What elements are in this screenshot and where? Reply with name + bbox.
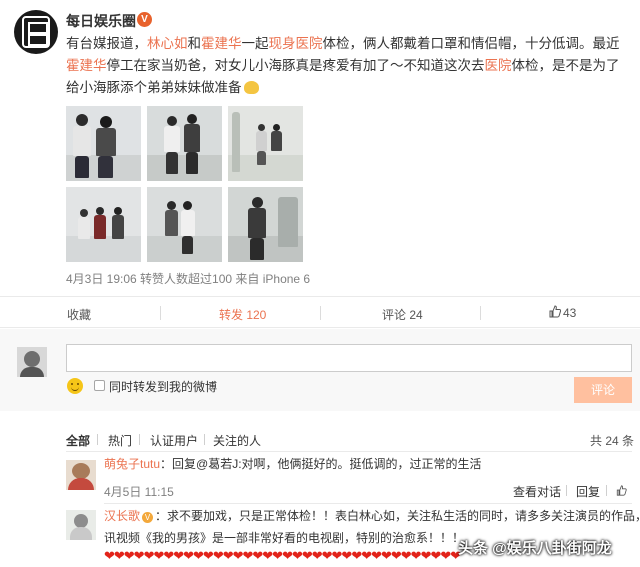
photo-thumbnail[interactable]	[66, 106, 141, 181]
repost-button[interactable]: 转发 120	[219, 306, 266, 323]
favorite-button[interactable]: 收藏	[67, 306, 91, 323]
submit-comment-button[interactable]: 评论	[574, 377, 632, 403]
divider	[104, 503, 632, 504]
share-checkbox-label[interactable]: 同时转发到我的微博	[109, 378, 217, 395]
photo-thumbnail[interactable]	[147, 187, 222, 262]
smile-emoji-icon[interactable]	[67, 378, 83, 394]
link-divider	[566, 485, 567, 496]
action-divider	[320, 306, 321, 320]
verified-badge-icon: V	[142, 512, 154, 523]
filter-hot[interactable]: 热门	[108, 432, 132, 449]
divider	[66, 451, 632, 452]
comment-body-line1: ：求不要加戏，只是正常体检！！表白林心如，关注私生活的同时，请多多关注演员的作品…	[155, 509, 640, 523]
highlight-keyword[interactable]: 霍建华	[66, 58, 107, 73]
text-segment: 体检，俩人都戴着口罩和情侣帽，十分低调。最近	[322, 36, 620, 51]
comment-filter-bar: 全部 热门 认证用户 关注的人 共 24 条	[0, 428, 640, 450]
heart-icon-row: ❤❤❤❤❤❤❤❤❤❤❤❤❤❤❤❤❤❤❤❤❤❤❤❤❤❤❤❤❤❤❤❤❤❤❤❤	[104, 548, 461, 563]
photo-thumbnail[interactable]	[228, 106, 303, 181]
link-divider	[606, 485, 607, 496]
text-segment: 有台媒报道，	[66, 36, 147, 51]
thumb-up-icon[interactable]	[616, 485, 627, 496]
post-meta: 4月3日 19:06 转赞人数超过100 来自 iPhone 6	[66, 272, 311, 286]
like-button[interactable]: 43	[563, 306, 576, 320]
commenter-avatar[interactable]	[66, 510, 96, 540]
photo-thumbnail[interactable]	[228, 187, 303, 262]
view-conversation-link[interactable]: 查看对话	[513, 483, 561, 500]
filter-divider	[97, 434, 98, 445]
filter-divider	[139, 434, 140, 445]
highlight-keyword[interactable]: 医院	[485, 58, 512, 73]
thumb-up-icon[interactable]	[549, 305, 561, 318]
post-action-bar: 收藏 转发 120 评论 24 43	[0, 296, 640, 328]
highlight-keyword[interactable]: 现身医院	[269, 36, 323, 51]
emoji-icon	[243, 81, 259, 94]
weibo-post: 每日娱乐圈 V 有台媒报道，林心如和霍建华一起现身医院体检，俩人都戴着口罩和情侣…	[0, 0, 640, 296]
comment-text: 萌兔子tutu：回复@葛若J:对啊，他俩挺好的。挺低调的，过正常的生活	[104, 454, 482, 474]
action-divider	[480, 306, 481, 320]
photo-thumbnail[interactable]	[66, 187, 141, 262]
comment-compose-area: 同时转发到我的微博 评论	[0, 329, 640, 411]
text-segment: 一起	[241, 36, 269, 51]
commenter-name[interactable]: 汉长歌	[104, 509, 140, 523]
share-checkbox[interactable]	[94, 380, 105, 391]
filter-divider	[204, 434, 205, 445]
text-segment: 停工在家当奶爸，对女儿小海豚真是疼爱有加了～不知道这次去	[106, 58, 485, 73]
comment-body-line2: 讯视频《我的男孩》是一部非常好看的电视剧，特别的治愈系！！！	[104, 531, 465, 545]
comment-body: ：回复@葛若J:对啊，他俩挺好的。挺低调的，过正常的生活	[160, 457, 482, 471]
comment-button[interactable]: 评论 24	[382, 306, 423, 323]
comment-input[interactable]	[66, 344, 632, 372]
commenter-avatar[interactable]	[66, 460, 96, 490]
reply-link[interactable]: 回复	[576, 483, 600, 500]
photo-thumbnail[interactable]	[147, 106, 222, 181]
filter-verified[interactable]: 认证用户	[150, 432, 198, 449]
comment-total: 共 24 条	[590, 434, 635, 448]
text-segment: 和	[187, 36, 202, 51]
filter-all[interactable]: 全部	[66, 432, 90, 449]
verified-badge-icon: V	[137, 12, 152, 27]
highlight-keyword[interactable]: 林心如	[147, 36, 188, 51]
current-user-avatar[interactable]	[17, 347, 47, 377]
highlight-keyword[interactable]: 霍建华	[201, 36, 242, 51]
comment-time: 4月5日 11:15	[104, 485, 174, 499]
action-divider	[160, 306, 161, 320]
commenter-name[interactable]: 萌兔子tutu	[104, 457, 160, 471]
filter-following[interactable]: 关注的人	[213, 432, 261, 449]
author-name[interactable]: 每日娱乐圈	[66, 11, 136, 31]
watermark: 头条 @娱乐八卦街阿龙	[458, 540, 612, 557]
comment-text: 汉长歌 V ：求不要加戏，只是正常体检！！表白林心如，关注私生活的同时，请多多关注演…	[104, 506, 640, 526]
post-text: 有台媒报道，林心如和霍建华一起现身医院体检，俩人都戴着口罩和情侣帽，十分低调。最…	[66, 33, 632, 99]
author-avatar[interactable]	[14, 10, 58, 54]
photo-grid	[66, 106, 306, 266]
